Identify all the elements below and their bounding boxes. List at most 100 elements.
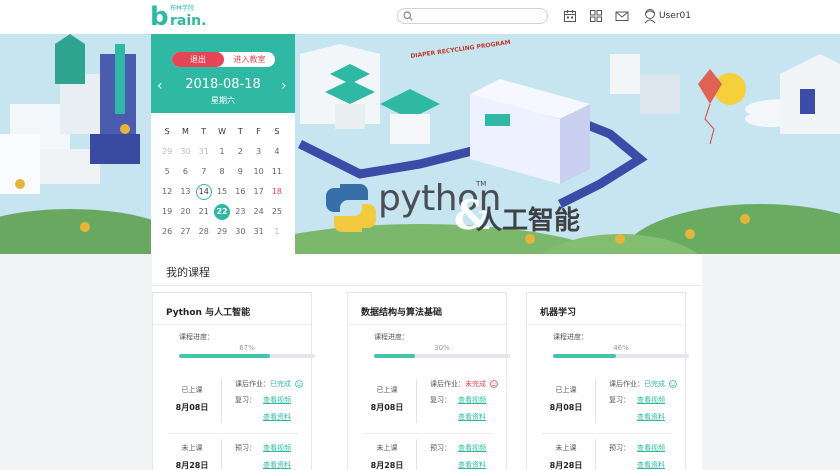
calendar-day-number: 31 (253, 227, 264, 236)
view-video-link[interactable]: 查看视频 (263, 395, 291, 405)
calendar-day[interactable]: 31 (195, 142, 213, 162)
calendar-icon[interactable] (563, 9, 577, 23)
session-date: 8月28日 (175, 461, 209, 470)
view-material-link[interactable]: 查看资料 (458, 460, 486, 470)
calendar-day-number: 27 (180, 227, 191, 236)
homework-state[interactable]: 未完成 (465, 380, 486, 388)
calendar-day[interactable]: 21 (195, 202, 213, 222)
calendar-day[interactable]: 7 (195, 162, 213, 182)
calendar-day[interactable]: 26 (158, 222, 176, 242)
calendar-day-number: 12 (162, 187, 173, 196)
view-video-link[interactable]: 查看视频 (458, 395, 486, 405)
calendar-day[interactable]: 29 (213, 222, 231, 242)
course-card[interactable]: 机器学习 课程进度： 46% 已上课 8月08日 课后作业：已完成 复习： 查看视频 查看资料未… (526, 292, 689, 470)
calendar-day[interactable]: 5 (158, 162, 176, 182)
brand-logo[interactable]: b 布林学院 rain. (150, 4, 220, 30)
session-status: 未上课 (181, 444, 203, 452)
progress-label: 课程进度： (553, 333, 588, 341)
mail-icon[interactable] (615, 9, 629, 23)
calendar-day[interactable]: 1 (213, 142, 231, 162)
view-video-link[interactable]: 查看视频 (263, 443, 291, 453)
calendar-day[interactable]: 22 (213, 202, 231, 222)
view-material-link[interactable]: 查看资料 (637, 412, 665, 422)
homework-row: 课后作业：已完成 (609, 379, 677, 390)
calendar-weekday-header: W (218, 127, 226, 136)
homework-row: 课后作业：未完成 (430, 379, 498, 390)
calendar-day[interactable]: 6 (176, 162, 194, 182)
enter-classroom-button[interactable]: 进入教室 (224, 52, 275, 67)
course-title[interactable]: 数据结构与算法基础 (361, 305, 442, 318)
calendar-day[interactable]: 25 (268, 202, 286, 222)
course-title[interactable]: 机器学习 (540, 305, 576, 318)
session-date: 8月08日 (175, 403, 209, 412)
progress-fill (553, 354, 616, 358)
calendar-day[interactable]: 9 (231, 162, 249, 182)
session-separator (541, 433, 673, 434)
calendar-day[interactable]: 14 (195, 182, 213, 202)
calendar-day[interactable]: 27 (176, 222, 194, 242)
username[interactable]: User01 (659, 11, 691, 21)
card-divider (527, 324, 685, 325)
progress-percent: 30% (434, 344, 450, 352)
calendar-day[interactable]: 15 (213, 182, 231, 202)
logo-word: rain. (170, 13, 207, 29)
calendar-day[interactable]: 16 (231, 182, 249, 202)
classroom-button-group: 退出 进入教室 (172, 52, 275, 67)
calendar-day[interactable]: 19 (158, 202, 176, 222)
view-material-link[interactable]: 查看资料 (263, 460, 291, 470)
user-avatar-icon[interactable] (643, 8, 657, 24)
homework-state[interactable]: 已完成 (644, 380, 665, 388)
homework-state[interactable]: 已完成 (270, 380, 291, 388)
calendar-day[interactable]: 3 (249, 142, 267, 162)
exit-button[interactable]: 退出 (172, 52, 224, 67)
next-month-chevron-icon[interactable]: › (281, 78, 287, 94)
calendar-day[interactable]: 8 (213, 162, 231, 182)
session-divider (595, 439, 596, 470)
calendar-day[interactable]: 29 (158, 142, 176, 162)
course-card[interactable]: Python 与人工智能 课程进度： 67% 已上课 8月08日 课后作业：已完成 复习： 查… (152, 292, 315, 470)
calendar-day[interactable]: 30 (176, 142, 194, 162)
search-box[interactable] (397, 8, 548, 24)
view-video-link[interactable]: 查看视频 (458, 443, 486, 453)
search-input[interactable] (416, 10, 542, 22)
calendar-day[interactable]: 17 (249, 182, 267, 202)
calendar-day[interactable]: 20 (176, 202, 194, 222)
calendar-grid: S M T W T F S 29 30 31 1 2 3 4 5 6 7 8 9 10 11 12 13 14 15 16 17 18… (158, 122, 290, 242)
calendar-day[interactable]: 24 (249, 202, 267, 222)
calendar-day[interactable]: 10 (249, 162, 267, 182)
course-title[interactable]: Python 与人工智能 (166, 305, 250, 318)
session-date: 8月28日 (549, 461, 583, 470)
grid-icon[interactable] (589, 9, 603, 23)
calendar-day[interactable]: 13 (176, 182, 194, 202)
calendar-day-number: 30 (180, 147, 191, 156)
view-material-link[interactable]: 查看资料 (637, 460, 665, 470)
calendar-day-number: 20 (180, 207, 191, 216)
calendar-day[interactable]: 2 (231, 142, 249, 162)
view-material-link[interactable]: 查看资料 (263, 412, 291, 422)
calendar-day[interactable]: 28 (195, 222, 213, 242)
calendar-day-number: 6 (182, 167, 188, 176)
calendar-weekday-header: S (274, 127, 280, 136)
calendar-day[interactable]: 11 (268, 162, 286, 182)
course-card[interactable]: 数据结构与算法基础 课程进度： 30% 已上课 8月08日 课后作业：未完成 复习： 查看视频… (347, 292, 510, 470)
progress-bar (553, 354, 689, 358)
view-material-link[interactable]: 查看资料 (458, 412, 486, 422)
calendar-day-number: 8 (219, 167, 225, 176)
calendar-day[interactable]: 23 (231, 202, 249, 222)
view-video-link[interactable]: 查看视频 (637, 395, 665, 405)
calendar-day[interactable]: 4 (268, 142, 286, 162)
calendar-day[interactable]: 12 (158, 182, 176, 202)
view-video-link[interactable]: 查看视频 (637, 443, 665, 453)
calendar-day-number: 22 (214, 204, 231, 220)
calendar-day[interactable]: 18 (268, 182, 286, 202)
calendar-day-number: 29 (162, 147, 173, 156)
calendar-widget: 退出 进入教室 ‹ 2018-08-18 › 星期六 S M T W T F S 29 30 31… (151, 34, 295, 254)
calendar-day-number: 1 (219, 147, 225, 156)
calendar-day[interactable]: 31 (249, 222, 267, 242)
homework-label: 课后作业： (235, 380, 270, 388)
calendar-week-row: 29 30 31 1 2 3 4 (158, 142, 290, 162)
calendar-day[interactable]: 30 (231, 222, 249, 242)
calendar-day[interactable]: 1 (268, 222, 286, 242)
section-title: 我的课程 (166, 266, 210, 279)
calendar-day-number: 25 (271, 207, 283, 216)
